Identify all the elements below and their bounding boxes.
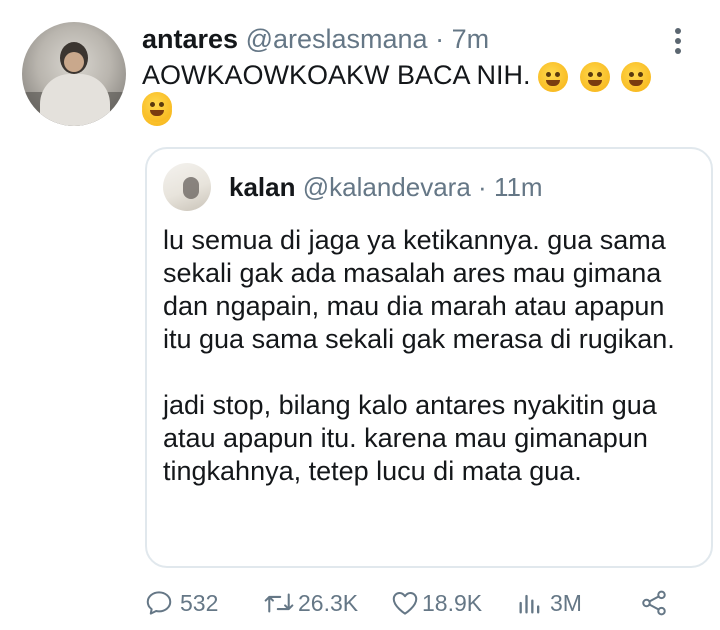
share-icon [642,590,666,616]
tweet-text: AOWKAOWKOAKW BACA NIH. [142,58,682,126]
reply-button[interactable]: 532 [144,586,218,620]
heart-icon [392,592,418,615]
quoted-time-separator: · [478,172,487,202]
more-options-icon[interactable] [672,28,684,58]
quoted-paragraph-2: jadi stop, bilang kalo antares nyakitin … [163,390,657,486]
quoted-tweet-time[interactable]: 11m [494,172,543,202]
reply-count: 532 [180,589,219,616]
tweet-text-body: AOWKAOWKOAKW BACA NIH. [142,60,531,90]
share-button[interactable] [638,586,670,620]
like-button[interactable]: 18.9K [390,586,482,620]
quoted-author-name[interactable]: kalan [229,172,296,202]
author-avatar[interactable] [22,22,126,126]
views-icon [519,594,540,614]
tweet-emoji-row [142,92,176,122]
time-separator: · [435,24,445,54]
rolling-on-floor-laughing-emoji-icon [538,61,569,92]
quoted-tweet-header: kalan @kalandevara · 11m [229,172,543,203]
hugging-face-emoji-icon [621,61,652,92]
tweet-actions-bar: 532 26.3K 18.9K 3M [0,586,720,620]
retweet-icon [264,593,294,613]
quoted-paragraph-1: lu semua di jaga ya ketikannya. gua sama… [163,225,675,354]
face-with-hand-over-mouth-emoji-icon [579,61,610,92]
retweet-button[interactable]: 26.3K [262,586,358,620]
like-count: 18.9K [422,589,483,616]
retweet-count: 26.3K [298,589,359,616]
winking-face-with-tongue-emoji-icon [142,92,172,122]
tweet-header: antares @areslasmana · 7m [142,24,489,55]
quoted-author-handle[interactable]: @kalandevara [303,172,471,202]
quoted-tweet-text: lu semua di jaga ya ketikannya. gua sama… [163,224,693,521]
tweet-time[interactable]: 7m [452,24,490,54]
views-button[interactable]: 3M [516,586,582,620]
author-handle[interactable]: @areslasmana [246,24,428,54]
reply-icon [146,591,172,615]
views-count: 3M [550,589,582,616]
author-name[interactable]: antares [142,24,238,54]
quoted-author-avatar[interactable] [163,163,211,211]
